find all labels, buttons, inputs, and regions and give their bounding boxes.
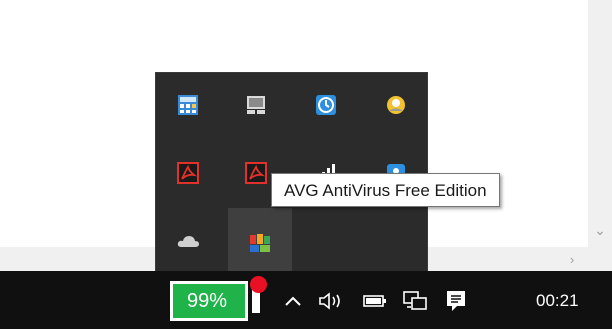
tooltip: AVG AntiVirus Free Edition	[271, 173, 500, 207]
action-center-icon[interactable]	[442, 287, 470, 315]
taskbar-clock[interactable]: 00:21	[536, 286, 596, 316]
battery-icon[interactable]	[360, 287, 390, 315]
adobe-acrobat-updater-icon[interactable]	[236, 153, 276, 193]
screen: ⌄ › AVG AntiVirus Free Edition 99% 00:21	[0, 0, 612, 329]
adobe-acrobat-icon[interactable]	[168, 153, 208, 193]
scroll-down-icon[interactable]: ⌄	[588, 216, 612, 244]
scroll-right-icon[interactable]: ›	[560, 248, 584, 270]
volume-speaker-icon[interactable]	[316, 287, 350, 315]
taskbar	[0, 271, 612, 329]
notification-dot	[250, 276, 267, 293]
security-shield-icon[interactable]	[376, 85, 416, 125]
update-clock-icon[interactable]	[306, 85, 346, 125]
avg-antivirus-icon[interactable]	[228, 208, 292, 278]
network-ethernet-icon[interactable]	[400, 287, 430, 315]
battery-percentage-badge[interactable]: 99%	[170, 281, 248, 321]
touchpad-icon[interactable]	[236, 85, 276, 125]
show-hidden-icons-chevron-icon[interactable]	[282, 287, 304, 315]
calculator-app-icon[interactable]	[168, 85, 208, 125]
onedrive-cloud-icon[interactable]	[168, 221, 208, 261]
vertical-scrollbar[interactable]	[588, 0, 612, 247]
